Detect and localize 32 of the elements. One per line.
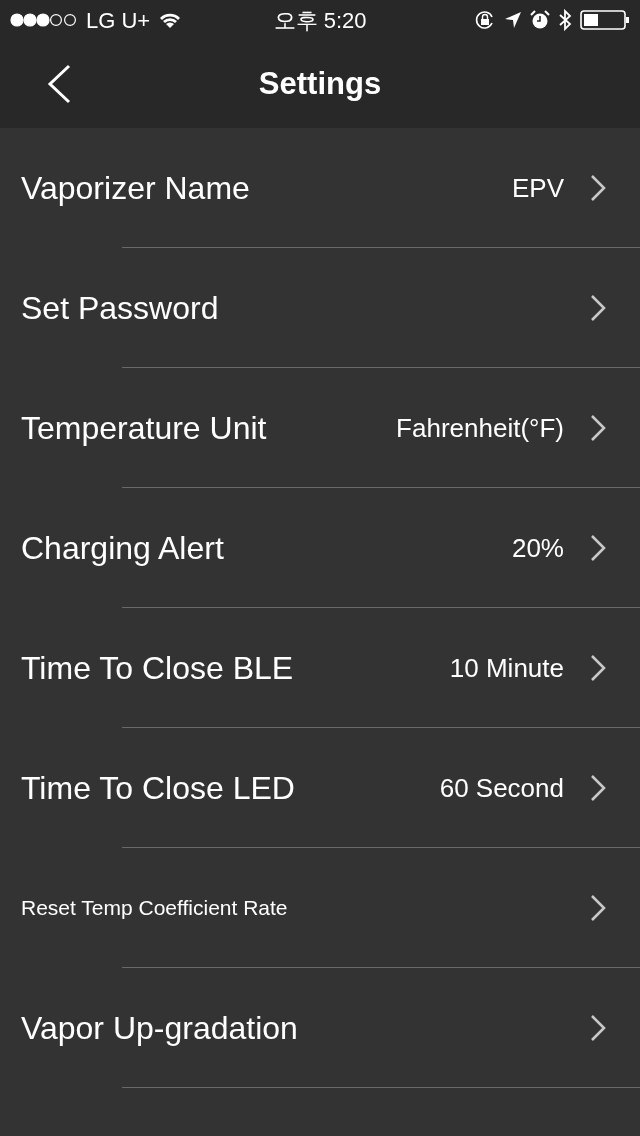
bluetooth-icon — [558, 9, 572, 31]
chevron-icon — [590, 294, 606, 322]
chevron-icon — [590, 1014, 606, 1042]
rotation-lock-icon — [474, 10, 496, 30]
alarm-clock-icon — [530, 10, 550, 30]
chevron-icon — [590, 894, 606, 922]
chevron-icon — [590, 174, 606, 202]
setting-label[interactable]: Time To Close BLE — [21, 644, 450, 692]
back-icon — [46, 64, 72, 104]
chevron-icon — [590, 654, 606, 682]
wifi-icon — [158, 11, 183, 29]
setting-label[interactable]: Vapor Up-gradation — [21, 1004, 590, 1052]
setting-value: Fahrenheit(°F) — [396, 411, 564, 445]
signal-icon — [10, 13, 78, 27]
setting-label[interactable]: Charging Alert — [21, 524, 512, 572]
setting-value: 10 Minute — [449, 651, 564, 685]
setting-label[interactable]: Set Password — [21, 284, 590, 332]
battery-icon — [580, 9, 630, 31]
chevron-icon — [590, 414, 606, 442]
chevron-icon — [590, 534, 606, 562]
setting-value: 20% — [511, 531, 564, 565]
setting-label[interactable]: Time To Close LED — [21, 764, 440, 812]
setting-value: EPV — [511, 171, 564, 205]
setting-label[interactable]: Vaporizer Name — [21, 164, 512, 212]
setting-label[interactable]: Reset Temp Coefficient Rate — [21, 892, 590, 924]
chevron-icon — [590, 774, 606, 802]
location-arrow-icon — [504, 11, 522, 29]
status-time: 오후 5:20 — [273, 6, 367, 35]
setting-value: 60 Second — [439, 771, 564, 805]
carrier-name: LG U+ — [86, 6, 151, 35]
screen-title: Settings — [258, 64, 382, 103]
setting-label[interactable]: Temperature Unit — [21, 404, 397, 452]
